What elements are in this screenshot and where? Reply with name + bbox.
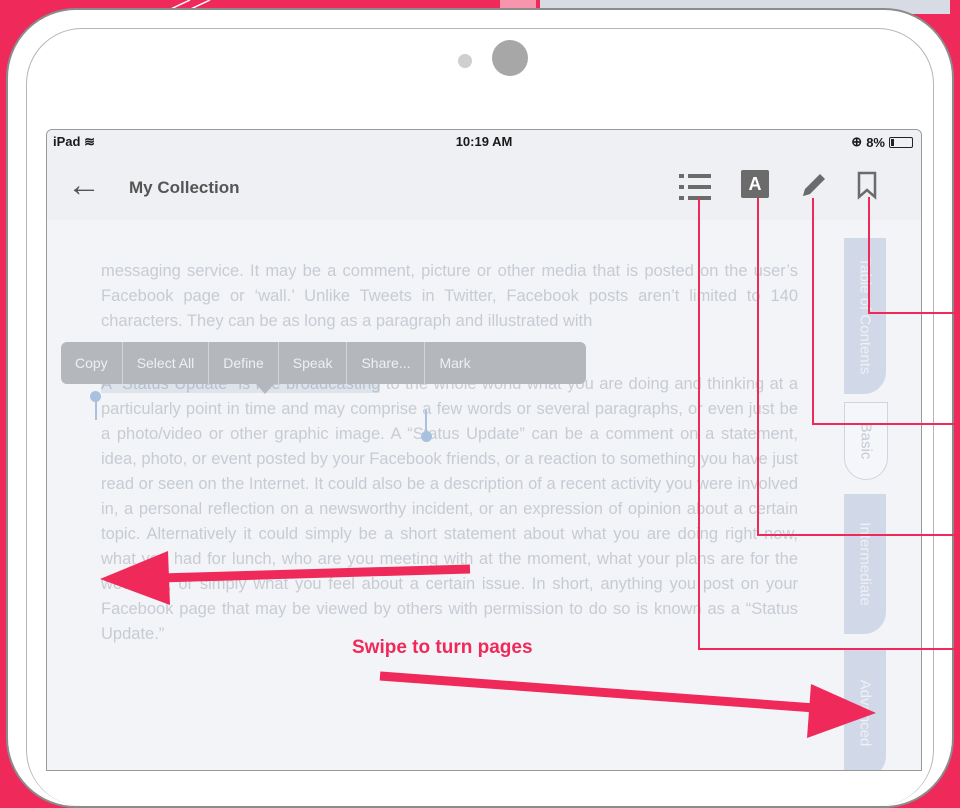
rotation-lock-icon: ⊕ [851, 134, 863, 149]
battery-percent: 8% [866, 134, 885, 150]
battery-icon [889, 136, 913, 148]
battery-status: ⊕ 8% [851, 134, 913, 150]
menu-select-all[interactable]: Select All [123, 342, 210, 384]
tab-label: Intermediate [856, 522, 874, 606]
tab-label: Advanced [856, 679, 874, 747]
selection-caret-end [425, 410, 427, 434]
side-tabs: Table of Contents Basic Intermediate Adv… [844, 238, 888, 770]
nav-bar: ← My Collection A [47, 152, 921, 220]
arrow-left-icon[interactable]: ← [67, 168, 101, 202]
tab-table-of-contents[interactable]: Table of Contents [844, 238, 886, 394]
status-bar: iPad ≋ 10:19 AM ⊕ 8% [47, 130, 921, 152]
tab-label: Basic [857, 422, 875, 460]
tab-label: Table of Contents [856, 257, 874, 375]
reading-content: messaging service. It may be a comment, … [101, 259, 798, 647]
menu-define[interactable]: Define [209, 342, 279, 384]
tab-advanced[interactable]: Advanced [844, 648, 886, 770]
pencil-icon[interactable] [799, 170, 829, 200]
list-icon[interactable] [679, 172, 711, 202]
menu-speak[interactable]: Speak [279, 342, 348, 384]
text-context-menu: Copy Select All Define Speak Share... Ma… [61, 342, 586, 384]
camera-lens [492, 40, 528, 76]
paragraph: A “Status Update” is like broadcasting t… [101, 372, 798, 647]
bookmark-icon[interactable] [855, 170, 879, 200]
paragraph-text: to the whole world what you are doing an… [101, 375, 798, 643]
tab-basic[interactable]: Basic [844, 402, 888, 480]
menu-share[interactable]: Share... [347, 342, 426, 384]
tab-intermediate[interactable]: Intermediate [844, 494, 886, 634]
camera-sensor [458, 54, 472, 68]
menu-mark[interactable]: Mark [425, 342, 484, 384]
selection-caret-start [95, 398, 97, 420]
menu-pointer [256, 384, 274, 394]
swipe-hint-label: Swipe to turn pages [352, 637, 533, 658]
paragraph: messaging service. It may be a comment, … [101, 262, 798, 330]
page-title: My Collection [129, 178, 240, 197]
clock: 10:19 AM [455, 134, 513, 149]
menu-copy[interactable]: Copy [61, 342, 123, 384]
font-a-icon[interactable]: A [741, 170, 769, 198]
